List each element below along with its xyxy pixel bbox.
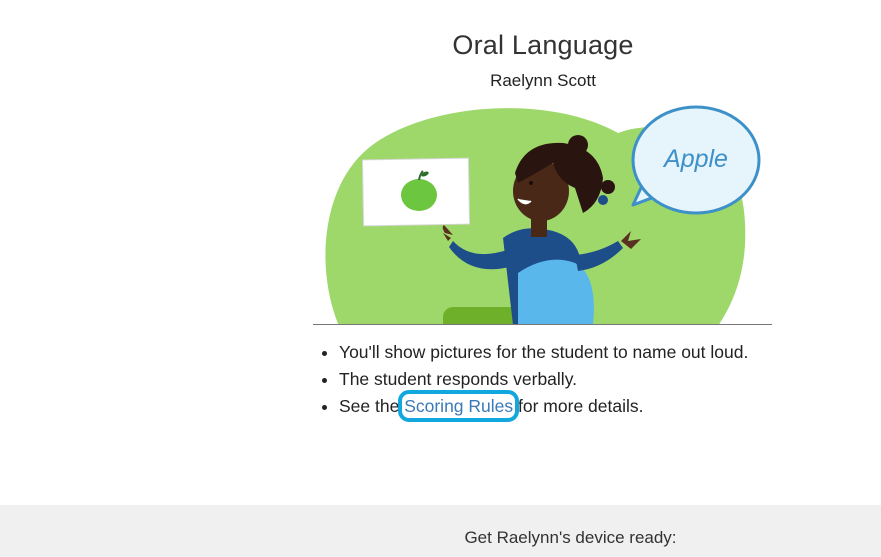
student-name: Raelynn Scott xyxy=(490,71,596,90)
list-item: See the Scoring Rules for more details. xyxy=(339,390,748,422)
picture-card xyxy=(361,157,471,227)
instructions-list: You'll show pictures for the student to … xyxy=(313,339,748,422)
instruction-text: You'll show pictures for the student to … xyxy=(339,342,749,362)
scoring-prefix: See the xyxy=(339,396,405,416)
speech-word: Apple xyxy=(662,145,728,173)
page-title: Oral Language xyxy=(452,30,634,60)
divider xyxy=(313,324,772,325)
oral-language-illustration: Apple xyxy=(313,103,773,325)
device-ready-panel: Get Raelynn's device ready: xyxy=(0,505,881,557)
device-ready-heading: Get Raelynn's device ready: xyxy=(464,528,677,547)
scoring-suffix: for more details. xyxy=(513,396,644,416)
speech-bubble: Apple xyxy=(631,105,761,215)
list-item: You'll show pictures for the student to … xyxy=(339,339,748,366)
instruction-text: The student responds verbally. xyxy=(339,369,578,389)
list-item: The student responds verbally. xyxy=(339,366,748,393)
scoring-rules-link[interactable]: Scoring Rules xyxy=(398,390,520,422)
